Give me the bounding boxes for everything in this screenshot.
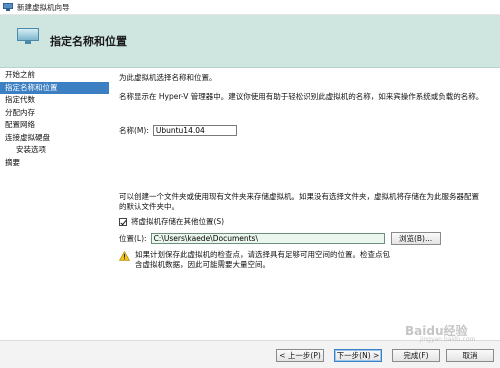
- warning-icon: [119, 251, 130, 261]
- warning-text: 如果计划保存此虚拟机的检查点，请选择具有足够可用空间的位置。检查点包含虚拟机数据…: [135, 250, 390, 269]
- title-bar: 新建虚拟机向导: [0, 0, 500, 15]
- store-elsewhere-checkbox[interactable]: [119, 217, 127, 226]
- name-input[interactable]: [152, 125, 237, 136]
- name-description: 名称显示在 Hyper-V 管理器中。建议你使用有助于轻松识别此虚拟机的名称，如…: [119, 92, 484, 101]
- name-row: 名称(M):: [119, 125, 237, 136]
- browse-button[interactable]: 浏览(B)...: [390, 232, 441, 245]
- store-elsewhere-row: 将虚拟机存储在其他位置(S): [119, 216, 224, 227]
- wizard-steps-sidebar: 开始之前 指定名称和位置 指定代数 分配内存 配置网络 连接虚拟硬盘 安装选项 …: [0, 69, 109, 337]
- sidebar-item-summary[interactable]: 摘要: [0, 157, 109, 170]
- intro-text: 为此虚拟机选择名称和位置。: [119, 73, 217, 82]
- sidebar-item-network[interactable]: 配置网络: [0, 119, 109, 132]
- sidebar-item-name-location[interactable]: 指定名称和位置: [0, 81, 109, 94]
- sidebar-item-virtual-disk[interactable]: 连接虚拟硬盘: [0, 132, 109, 145]
- folder-description-line1: 可以创建一个文件夹或使用现有文件夹来存储虚拟机。如果没有选择文件夹，虚拟机将存储…: [119, 192, 479, 201]
- wizard-content: 为此虚拟机选择名称和位置。 名称显示在 Hyper-V 管理器中。建议你使用有助…: [112, 69, 500, 339]
- watermark-url: jingyan.baidu.com: [420, 336, 476, 343]
- location-row: 位置(L): 浏览(B)...: [119, 232, 441, 245]
- location-input[interactable]: [150, 233, 385, 244]
- location-label: 位置(L):: [119, 234, 147, 243]
- window-title: 新建虚拟机向导: [17, 2, 70, 12]
- folder-description-line2: 的默认文件夹中。: [119, 202, 179, 211]
- cancel-button[interactable]: 取消: [446, 349, 494, 362]
- name-label: 名称(M):: [119, 126, 149, 135]
- sidebar-item-before-you-begin[interactable]: 开始之前: [0, 69, 109, 82]
- computer-icon: [3, 3, 13, 11]
- monitor-icon: [17, 28, 39, 44]
- sidebar-item-generation[interactable]: 指定代数: [0, 94, 109, 107]
- sidebar-item-install-options[interactable]: 安装选项: [0, 144, 109, 157]
- checkpoint-warning: 如果计划保存此虚拟机的检查点，请选择具有足够可用空间的位置。检查点包含虚拟机数据…: [119, 250, 393, 269]
- page-title: 指定名称和位置: [50, 35, 127, 48]
- next-button[interactable]: 下一步(N) >: [334, 349, 382, 362]
- wizard-header: 指定名称和位置: [0, 15, 500, 68]
- previous-button[interactable]: < 上一步(P): [276, 349, 324, 362]
- sidebar-item-memory[interactable]: 分配内存: [0, 107, 109, 120]
- wizard-footer: < 上一步(P) 下一步(N) > 完成(F) 取消: [0, 341, 500, 368]
- store-elsewhere-label: 将虚拟机存储在其他位置(S): [131, 217, 225, 226]
- finish-button[interactable]: 完成(F): [392, 349, 440, 362]
